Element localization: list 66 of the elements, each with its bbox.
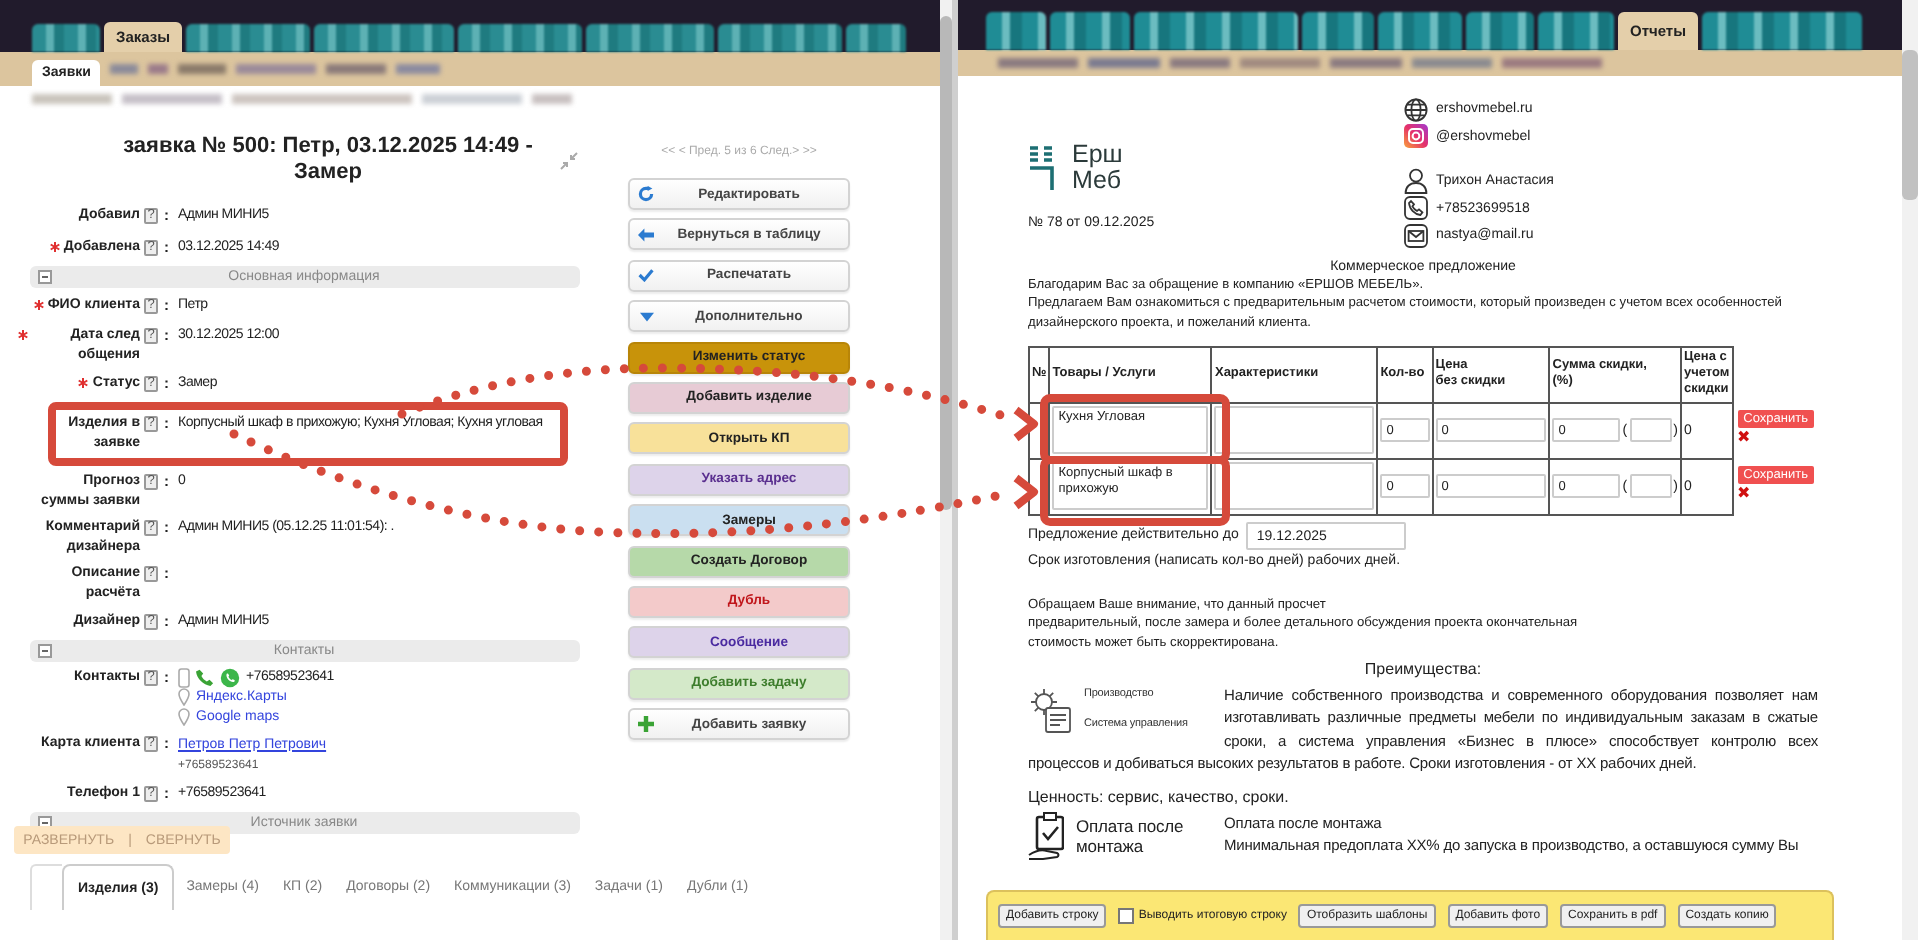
globe-icon <box>1404 97 1428 122</box>
blurred-text <box>532 93 572 103</box>
blurred-tab[interactable] <box>1466 12 1534 50</box>
blurred-text <box>1502 58 1602 68</box>
blurred-text <box>326 64 387 74</box>
camera-icon <box>1404 124 1428 149</box>
blurred-tab[interactable] <box>1378 12 1462 50</box>
clipboard-check-icon <box>1028 811 1064 860</box>
blurred-tab[interactable] <box>1302 12 1374 50</box>
blurred-tab[interactable] <box>186 24 311 52</box>
blurred-text <box>1088 58 1160 68</box>
blurred-tab[interactable] <box>32 24 100 52</box>
shrink-icon[interactable] <box>560 151 578 169</box>
refresh-icon <box>638 186 654 202</box>
spec-field[interactable] <box>1214 406 1375 455</box>
person-icon <box>1404 168 1428 195</box>
value-text: Ценность: сервис, качество, сроки. <box>1028 787 1291 806</box>
percent-field[interactable] <box>1629 474 1672 499</box>
blurred-text <box>1170 58 1230 68</box>
spec-field[interactable] <box>1214 462 1375 511</box>
phone-icon[interactable] <box>196 668 214 686</box>
percent-field[interactable] <box>1629 418 1672 443</box>
mobile-phone-icon <box>178 667 190 687</box>
envelope-icon <box>1404 223 1428 248</box>
blurred-text <box>32 93 112 103</box>
plus-icon <box>638 716 654 733</box>
blurred-text <box>236 64 317 74</box>
feature-label: Оплата после монтажа <box>1076 815 1186 856</box>
logo-text: Ерш <box>1072 142 1125 168</box>
blurred-tab[interactable] <box>1050 12 1130 50</box>
collapse-icon[interactable] <box>38 270 52 284</box>
blurred-text <box>396 64 441 74</box>
gear-document-icon <box>1028 686 1072 735</box>
delete-button[interactable]: ✖ <box>1737 428 1814 447</box>
blurred-text <box>1330 58 1402 68</box>
blurred-text <box>178 64 227 74</box>
blurred-tab[interactable] <box>1134 12 1298 50</box>
logo-icon <box>1028 144 1060 192</box>
check-icon <box>638 268 654 283</box>
caret-icon <box>639 311 653 322</box>
blurred-tab[interactable] <box>1538 12 1614 50</box>
checkbox[interactable] <box>1118 908 1135 924</box>
scrollbar-thumb[interactable] <box>940 16 952 510</box>
delete-button[interactable]: ✖ <box>1737 484 1815 503</box>
blurred-tab[interactable] <box>1702 12 1863 50</box>
scrollbar-thumb[interactable] <box>1902 50 1918 200</box>
blurred-text <box>1412 58 1492 68</box>
blurred-tab[interactable] <box>458 24 583 52</box>
blurred-tab[interactable] <box>718 24 843 52</box>
blurred-text <box>1240 58 1320 68</box>
blurred-tab[interactable] <box>314 24 455 52</box>
phone-icon <box>1404 196 1428 221</box>
advantages-title: Преимущества: <box>1362 659 1484 678</box>
blurred-text <box>148 64 169 74</box>
page-title: заявка № 500: Петр, 03.12.2025 14:49 - Замер <box>121 134 535 186</box>
blurred-text <box>422 93 522 103</box>
blurred-text <box>998 58 1078 68</box>
collapse-icon[interactable] <box>38 644 52 658</box>
blurred-tab[interactable] <box>986 12 1046 50</box>
whatsapp-icon[interactable] <box>220 667 240 687</box>
blurred-text <box>122 93 222 103</box>
blurred-tab[interactable] <box>586 24 715 52</box>
logo-text: Меб <box>1072 168 1124 194</box>
blurred-text <box>110 64 139 74</box>
arrow-left-icon <box>638 227 654 242</box>
blurred-tab[interactable] <box>846 24 907 52</box>
